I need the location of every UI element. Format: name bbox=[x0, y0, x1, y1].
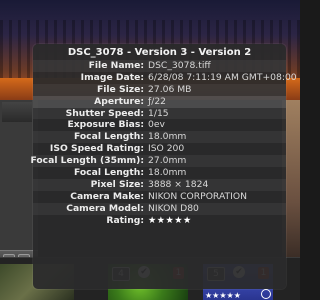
metadata-label: File Size: bbox=[96, 83, 144, 95]
metadata-row-file-size: File Size: 27.06 MB bbox=[33, 83, 286, 96]
metadata-row-camera-make: Camera Make: NIKON CORPORATION bbox=[33, 191, 286, 203]
metadata-value: ISO 200 bbox=[148, 143, 185, 155]
metadata-hud: DSC_3078 - Version 3 - Version 2 File Na… bbox=[30, 44, 297, 289]
metadata-value: 27.06 MB bbox=[148, 83, 192, 95]
metadata-label: Shutter Speed: bbox=[65, 107, 144, 119]
thumbnail-rating-stars: ★★★★★ bbox=[205, 291, 241, 300]
metadata-label: ISO Speed Rating: bbox=[49, 143, 144, 155]
metadata-label: Focal Length (35mm): bbox=[30, 155, 144, 167]
metadata-value: 6/28/08 7:11:19 AM GMT+08:00 bbox=[148, 71, 297, 83]
hud-title: DSC_3078 - Version 3 - Version 2 bbox=[67, 47, 252, 58]
metadata-value: NIKON CORPORATION bbox=[148, 190, 247, 202]
metadata-label: Image Date: bbox=[80, 71, 144, 83]
metadata-label: Camera Make: bbox=[70, 190, 144, 202]
metadata-row-iso: ISO Speed Rating: ISO 200 bbox=[33, 143, 286, 155]
left-panel-thumbnail[interactable] bbox=[2, 102, 32, 122]
metadata-label: Aperture: bbox=[94, 95, 144, 107]
metadata-value: 0ev bbox=[148, 119, 165, 131]
metadata-label: Camera Model: bbox=[66, 202, 144, 214]
metadata-row-aperture: Aperture: ƒ/22 bbox=[33, 95, 286, 108]
metadata-value: 3888 × 1824 bbox=[148, 178, 209, 190]
metadata-label: Focal Length: bbox=[73, 131, 144, 143]
metadata-value: NIKON D80 bbox=[148, 202, 199, 214]
metadata-value: 18.0mm bbox=[148, 167, 187, 179]
metadata-row-file-name: File Name: DSC_3078.tiff bbox=[33, 60, 286, 72]
metadata-row-pixel-size: Pixel Size: 3888 × 1824 bbox=[33, 178, 286, 191]
metadata-label: Rating: bbox=[106, 214, 144, 226]
metadata-value: ƒ/22 bbox=[148, 95, 167, 107]
metadata-row-focal-length: Focal Length: 18.0mm bbox=[33, 131, 286, 144]
metadata-row-focal-length-2: Focal Length: 18.0mm bbox=[33, 167, 286, 179]
metadata-row-rating: Rating: ★★★★★ bbox=[33, 215, 286, 227]
metadata-value: 18.0mm bbox=[148, 131, 187, 143]
metadata-label: Exposure Bias: bbox=[67, 119, 144, 131]
metadata-row-shutter-speed: Shutter Speed: 1/15 bbox=[33, 107, 286, 120]
metadata-list: File Name: DSC_3078.tiff Image Date: 6/2… bbox=[30, 60, 297, 227]
metadata-label: Pixel Size: bbox=[90, 178, 144, 190]
metadata-value: 1/15 bbox=[148, 107, 169, 119]
metadata-value: DSC_3078.tiff bbox=[148, 60, 211, 71]
metadata-row-exposure-bias: Exposure Bias: 0ev bbox=[33, 119, 286, 131]
star-icon: ★★★★★ bbox=[148, 214, 192, 226]
metadata-row-image-date: Image Date: 6/28/08 7:11:19 AM GMT+08:00 bbox=[33, 71, 297, 84]
metadata-row-camera-model: Camera Model: NIKON D80 bbox=[33, 202, 286, 215]
metadata-value: 27.0mm bbox=[148, 155, 187, 167]
adjustment-badge-icon bbox=[261, 289, 271, 299]
metadata-row-focal-length-35mm: Focal Length (35mm): 27.0mm bbox=[30, 155, 286, 168]
metadata-label: File Name: bbox=[88, 60, 144, 71]
metadata-label: Focal Length: bbox=[73, 167, 144, 179]
